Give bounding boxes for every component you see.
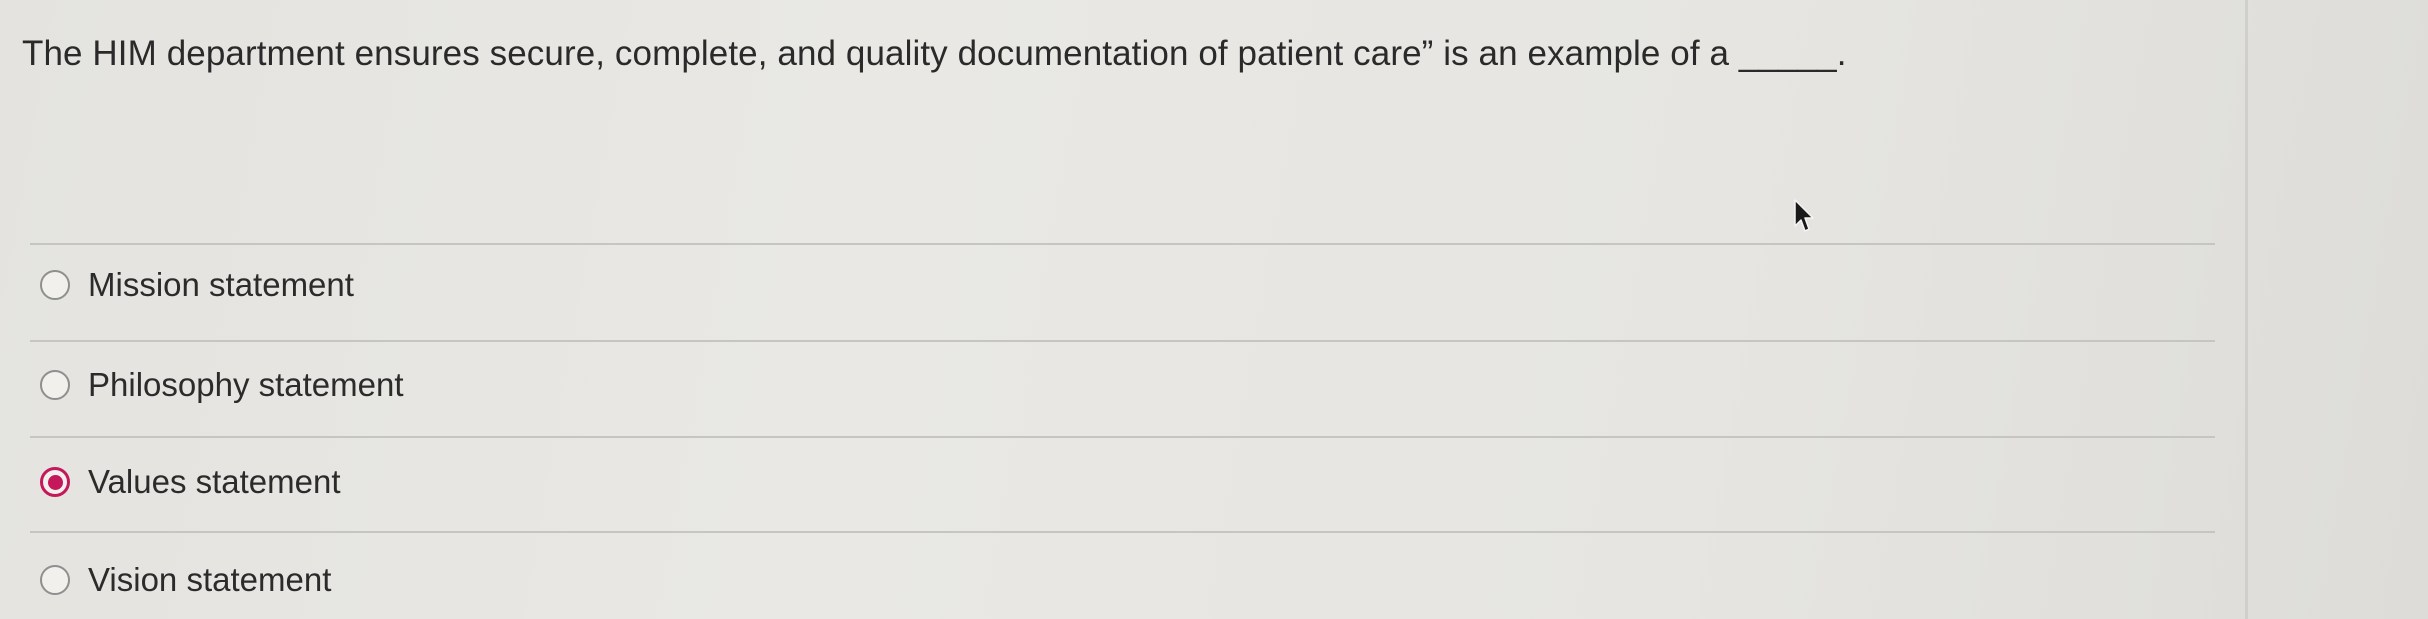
option-mission-label: Mission statement xyxy=(88,266,354,303)
divider-top xyxy=(30,243,2215,245)
option-mission[interactable]: Mission statement xyxy=(40,255,354,315)
radio-vision[interactable] xyxy=(40,565,70,595)
option-vision[interactable]: Vision statement xyxy=(40,550,331,610)
question-text: The HIM department ensures secure, compl… xyxy=(22,34,1847,73)
radio-values[interactable] xyxy=(40,467,70,497)
page-right-edge xyxy=(2245,0,2248,619)
radio-mission[interactable] xyxy=(40,270,70,300)
option-values-label: Values statement xyxy=(88,463,341,500)
divider-2 xyxy=(30,436,2215,438)
option-philosophy[interactable]: Philosophy statement xyxy=(40,355,404,415)
option-values[interactable]: Values statement xyxy=(40,452,341,512)
divider-1 xyxy=(30,340,2215,342)
option-philosophy-label: Philosophy statement xyxy=(88,366,404,403)
divider-3 xyxy=(30,531,2215,533)
option-vision-label: Vision statement xyxy=(88,561,332,598)
radio-philosophy[interactable] xyxy=(40,370,70,400)
mouse-pointer-icon xyxy=(1794,199,1814,232)
